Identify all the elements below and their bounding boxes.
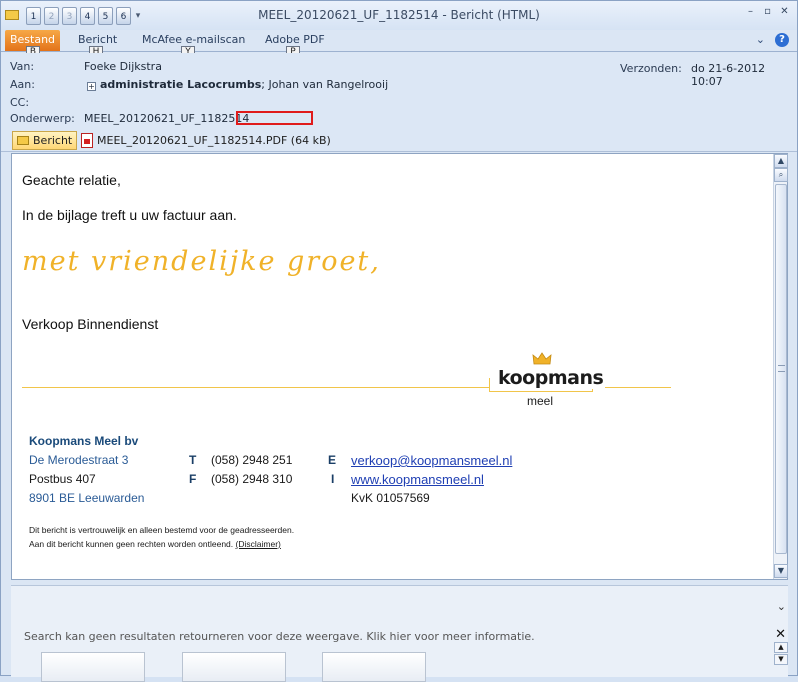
help-icon[interactable]: ? [775, 33, 789, 47]
message-tab-label: Bericht [33, 134, 73, 147]
chevron-down-icon[interactable]: ⌄ [756, 33, 765, 47]
minimize-icon[interactable]: – [744, 5, 757, 18]
to-value: + administratie Lacocrumbs; Johan van Ran… [87, 78, 388, 91]
logo-word: koopmans [496, 367, 606, 389]
maximize-icon[interactable]: ▫ [761, 5, 774, 18]
expand-group-icon[interactable]: + [87, 82, 96, 91]
message-tab[interactable]: Bericht [12, 131, 78, 150]
tab-mcafee[interactable]: McAfee e-mailscan [142, 33, 245, 46]
koopmans-logo: koopmans meel [489, 352, 606, 412]
message-body[interactable]: Geachte relatie, In de bijlage treft u u… [11, 153, 788, 580]
fax-label: F [189, 472, 197, 486]
pane-chevron-icon[interactable]: ⌄ [777, 600, 786, 613]
gold-divider-left [22, 387, 489, 388]
pdf-attachment-label: MEEL_20120621_UF_1182514.PDF (64 kB) [97, 134, 331, 147]
tel-value: (058) 2948 251 [211, 453, 293, 467]
vertical-scrollbar[interactable]: ▲ ⌕ ▼ [773, 154, 788, 579]
disclaimer-line-2: Aan dit bericht kunnen geen rechten word… [29, 539, 281, 549]
tab-bericht[interactable]: Bericht [78, 33, 117, 46]
tab-adobe-pdf[interactable]: Adobe PDF [265, 33, 325, 46]
disclaimer-text: Aan dit bericht kunnen geen rechten word… [29, 539, 234, 549]
pdf-attachment[interactable]: MEEL_20120621_UF_1182514.PDF (64 kB) [81, 133, 331, 148]
web-label: I [331, 472, 335, 486]
people-pane: ⌄ Search kan geen resultaten retourneren… [11, 585, 788, 682]
kvk-number: KvK 01057569 [351, 491, 430, 505]
fax-value: (058) 2948 310 [211, 472, 293, 486]
disclaimer-link[interactable]: (Disclaimer) [236, 539, 281, 549]
address-street: De Merodestraat 3 [29, 453, 129, 467]
pdf-icon [81, 133, 93, 148]
search-message[interactable]: Search kan geen resultaten retourneren v… [24, 630, 535, 643]
contact-photo[interactable] [182, 652, 286, 682]
intro-text: In de bijlage treft u uw factuur aan. [22, 207, 237, 223]
email-label: E [328, 453, 337, 467]
closing-script: met vriendelijke groet, [22, 246, 381, 277]
from-value[interactable]: Foeke Dijkstra [84, 60, 162, 73]
message-header: Van: Foeke Dijkstra Verzonden: do 21-6-2… [1, 53, 797, 129]
scroll-down-icon[interactable]: ▼ [774, 564, 788, 578]
window-title: MEEL_20120621_UF_1182514 - Bericht (HTML… [258, 8, 540, 22]
subject-label: Onderwerp: [10, 112, 75, 125]
address-postbus: Postbus 407 [29, 472, 96, 486]
disclaimer-line-1: Dit bericht is vertrouwelijk en alleen b… [29, 525, 295, 535]
web-link[interactable]: www.koopmansmeel.nl [351, 472, 484, 487]
contact-photo[interactable] [41, 652, 145, 682]
sent-value: do 21-6-2012 10:07 [691, 62, 766, 88]
grip-icon [778, 365, 785, 372]
company-name: Koopmans Meel bv [29, 434, 139, 448]
ribbon-tabs: Bestand B Bericht H McAfee e-mailscan Y … [1, 30, 797, 59]
ribbon-right-controls: ⌄ ? [756, 33, 789, 47]
sent-label: Verzonden: [620, 62, 682, 75]
tel-label: T [189, 453, 197, 467]
title-bar: 1 2 3 4 5 6 ▾ MEEL_20120621_UF_1182514 -… [1, 1, 797, 30]
crown-icon [532, 352, 552, 365]
envelope-icon [17, 136, 29, 145]
department: Verkoop Binnendienst [22, 316, 159, 332]
address-city: 8901 BE Leeuwarden [29, 491, 145, 505]
contact-photo[interactable] [322, 652, 426, 682]
scroll-page-icon[interactable]: ⌕ [774, 168, 788, 182]
greeting: Geachte relatie, [22, 172, 121, 188]
message-window: 1 2 3 4 5 6 ▾ MEEL_20120621_UF_1182514 -… [0, 0, 798, 682]
subject-value: MEEL_20120621_UF_1182514 [84, 112, 250, 125]
cc-label: CC: [10, 96, 30, 109]
from-label: Van: [10, 60, 35, 73]
redacted-box [236, 111, 313, 125]
scroll-up-icon[interactable]: ▲ [774, 154, 788, 168]
close-icon[interactable]: ✕ [778, 5, 791, 18]
scroll-thumb[interactable] [775, 184, 787, 554]
scroll-down-icon[interactable]: ▼ [774, 654, 788, 665]
to-label: Aan: [10, 78, 35, 91]
window-controls: – ▫ ✕ [744, 5, 791, 18]
to-group[interactable]: administratie Lacocrumbs [100, 78, 261, 91]
email-link[interactable]: verkoop@koopmansmeel.nl [351, 453, 512, 468]
scroll-up-icon[interactable]: ▲ [774, 642, 788, 653]
logo-sub: meel [527, 394, 554, 408]
people-scroll[interactable]: ▲ ▼ [774, 642, 788, 672]
attachment-bar: Bericht MEEL_20120621_UF_1182514.PDF (64… [1, 129, 797, 152]
close-icon[interactable]: ✕ [775, 627, 786, 642]
to-rest[interactable]: ; Johan van Rangelrooij [261, 78, 388, 91]
